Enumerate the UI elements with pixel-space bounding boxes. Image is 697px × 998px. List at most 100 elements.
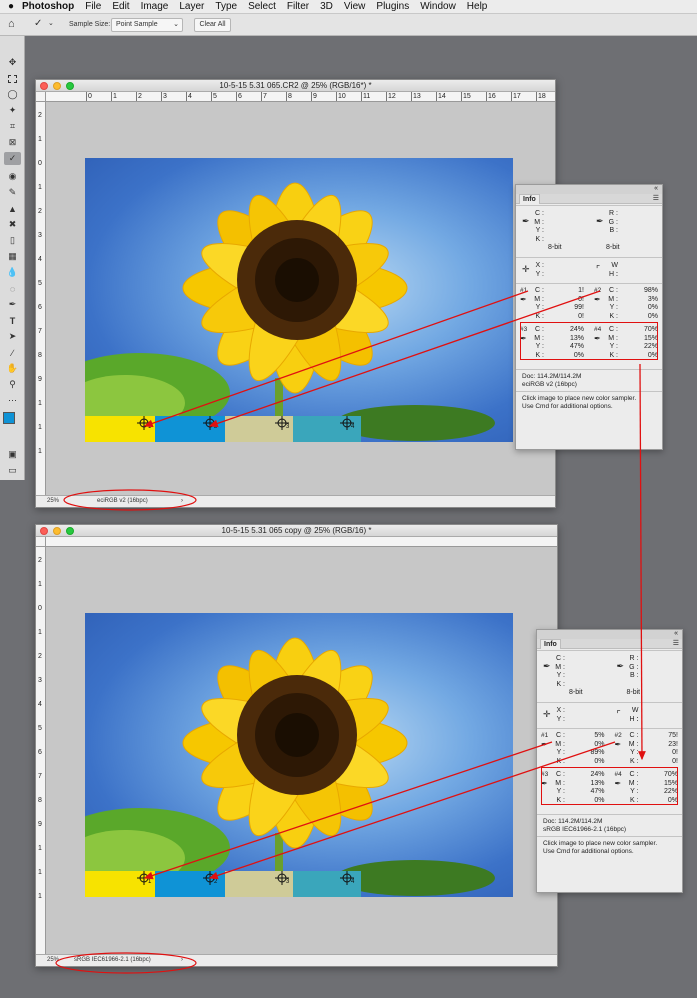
zoom-icon[interactable]	[66, 527, 74, 535]
home-icon[interactable]: ⌂	[8, 18, 15, 30]
hand-tool-icon[interactable]: ✋	[4, 362, 21, 375]
ruler-tick: 2	[38, 653, 42, 660]
sunflower-image[interactable]: 1 2 3 4	[85, 613, 513, 897]
color-sampler-3[interactable]: 3	[275, 871, 289, 885]
menu-edit[interactable]: Edit	[112, 1, 129, 12]
eraser-tool-icon[interactable]: ▯	[4, 234, 21, 247]
menu-help[interactable]: Help	[467, 1, 488, 12]
doc-profile[interactable]: eciRGB v2 (16bpc)	[97, 496, 148, 507]
sample-size-select[interactable]: Point Sample ⌄	[111, 18, 183, 32]
status-chevron-icon[interactable]: ›	[181, 955, 183, 966]
quick-mask-icon[interactable]: ▣	[4, 448, 21, 461]
eyedropper-tool-icon[interactable]: ✓	[4, 152, 21, 165]
horizontal-ruler[interactable]: 012345678910111213141516171819	[46, 92, 555, 102]
doc2-titlebar[interactable]: 10-5-15 5.31 065 copy @ 25% (RGB/16) *	[36, 525, 557, 537]
clone-stamp-icon[interactable]: ▲	[4, 202, 21, 215]
ruler-tick: 14	[438, 93, 446, 100]
menu-select[interactable]: Select	[248, 1, 276, 12]
sampler-channel-value: 1!	[578, 287, 584, 294]
minimize-icon[interactable]	[53, 82, 61, 90]
gradient-tool-icon[interactable]: ▦	[4, 250, 21, 263]
rgb-label: B :	[609, 227, 618, 234]
pen-tool-icon[interactable]: ✒	[4, 298, 21, 311]
info-samplers-section: #1 ✒ C :M :Y :K :5% 0% 89% 0% #2 ✒ C :M :Y :K :7…	[537, 728, 682, 814]
doc-profile[interactable]: sRGB IEC61966-2.1 (16bpc)	[74, 955, 151, 966]
ruler-tick-line	[186, 92, 187, 101]
more-tools-icon[interactable]: ⋯	[4, 394, 21, 407]
menu-view[interactable]: View	[344, 1, 366, 12]
sampler-channel-value: 0!	[672, 757, 678, 765]
sampler-channel-label: Y :	[556, 749, 565, 756]
minimize-icon[interactable]	[53, 527, 61, 535]
screen-mode-icon[interactable]: ▭	[4, 464, 21, 477]
collapse-icon[interactable]: «	[674, 630, 678, 637]
panel-header[interactable]: «	[537, 630, 682, 639]
menu-layer[interactable]: Layer	[179, 1, 204, 12]
menu-plugins[interactable]: Plugins	[376, 1, 409, 12]
move-tool-icon[interactable]: ✥	[4, 56, 21, 69]
blur-tool-icon[interactable]: 💧	[4, 266, 21, 279]
brush-tool-icon[interactable]: ✎	[4, 186, 21, 199]
color-sampler-4[interactable]: 4	[340, 871, 354, 885]
menu-filter[interactable]: Filter	[287, 1, 309, 12]
zoom-level[interactable]: 25%	[47, 955, 59, 966]
hint-text: Click image to place new color sampler.	[543, 840, 658, 847]
clear-all-button[interactable]: Clear All	[194, 18, 231, 32]
vertical-ruler[interactable]: 2 1 0 1 2 3 4 5 6 7 8 9 1 1 1	[36, 547, 46, 954]
close-icon[interactable]	[40, 82, 48, 90]
menu-window[interactable]: Window	[420, 1, 456, 12]
color-sampler-tool-icon[interactable]: ✓	[34, 18, 42, 29]
menu-file[interactable]: File	[85, 1, 101, 12]
zoom-level[interactable]: 25%	[47, 496, 59, 507]
color-sampler-1[interactable]: 1	[137, 416, 151, 430]
foreground-color-swatch[interactable]	[3, 412, 15, 424]
menu-3d[interactable]: 3D	[320, 1, 333, 12]
color-sampler-3[interactable]: 3	[275, 416, 289, 430]
status-chevron-icon[interactable]: ›	[181, 496, 183, 507]
type-tool-icon[interactable]: T	[4, 314, 21, 327]
menu-image[interactable]: Image	[141, 1, 169, 12]
info-tab[interactable]: Info	[540, 639, 561, 649]
sampler-number: 2	[214, 879, 218, 885]
sunflower-image[interactable]: 1 2 3 4	[85, 158, 513, 442]
rgb-label: B :	[629, 672, 639, 679]
color-sampler-1[interactable]: 1	[137, 871, 151, 885]
panel-menu-icon[interactable]: ☰	[673, 639, 679, 647]
tool-preset-chevron-icon[interactable]: ⌄	[48, 19, 54, 27]
zoom-icon[interactable]	[66, 82, 74, 90]
ruler-tick: 4	[188, 93, 192, 100]
eyedropper-icon: ✒	[596, 216, 604, 226]
collapse-icon[interactable]: «	[654, 185, 658, 192]
info-tab[interactable]: Info	[519, 194, 540, 204]
ruler-tick-line	[261, 92, 262, 101]
app-menu[interactable]: Photoshop	[22, 1, 74, 12]
apple-icon[interactable]: ●	[0, 1, 22, 12]
lasso-tool-icon[interactable]: ◯	[4, 88, 21, 101]
vertical-ruler[interactable]: 2 1 0 1 2 3 4 5 6 7 8 9 1 1 1	[36, 102, 46, 495]
history-brush-icon[interactable]: ✖	[4, 218, 21, 231]
color-sampler-2[interactable]: 2	[203, 416, 217, 430]
zoom-tool-icon[interactable]: ⚲	[4, 378, 21, 391]
healing-brush-icon[interactable]: ◉	[4, 170, 21, 183]
dodge-tool-icon[interactable]: ◌	[4, 282, 21, 295]
position-label: X :	[556, 707, 565, 714]
ruler-tick-line	[136, 92, 137, 101]
ruler-tick: 17	[513, 93, 521, 100]
info-position-section: ✛ X :Y : ⌜ W :H :	[537, 702, 682, 728]
color-sampler-2[interactable]: 2	[203, 871, 217, 885]
panel-header[interactable]: «	[516, 185, 662, 194]
magic-wand-icon[interactable]: ✦	[4, 104, 21, 117]
horizontal-ruler[interactable]	[46, 537, 557, 547]
doc1-titlebar[interactable]: 10-5-15 5.31 065.CR2 @ 25% (RGB/16*) *	[36, 80, 555, 92]
line-tool-icon[interactable]: ∕	[4, 346, 21, 359]
color-sampler-4[interactable]: 4	[340, 416, 354, 430]
frame-tool-icon[interactable]: ⊠	[4, 136, 21, 149]
close-icon[interactable]	[40, 527, 48, 535]
sampler-channel-value: 3%	[647, 295, 658, 303]
panel-menu-icon[interactable]: ☰	[653, 194, 659, 202]
path-select-icon[interactable]: ➤	[4, 330, 21, 343]
marquee-tool-icon[interactable]	[4, 72, 21, 85]
doc1-title: 10-5-15 5.31 065.CR2 @ 25% (RGB/16*) *	[219, 81, 372, 90]
crop-tool-icon[interactable]: ⌗	[4, 120, 21, 133]
menu-type[interactable]: Type	[215, 1, 237, 12]
